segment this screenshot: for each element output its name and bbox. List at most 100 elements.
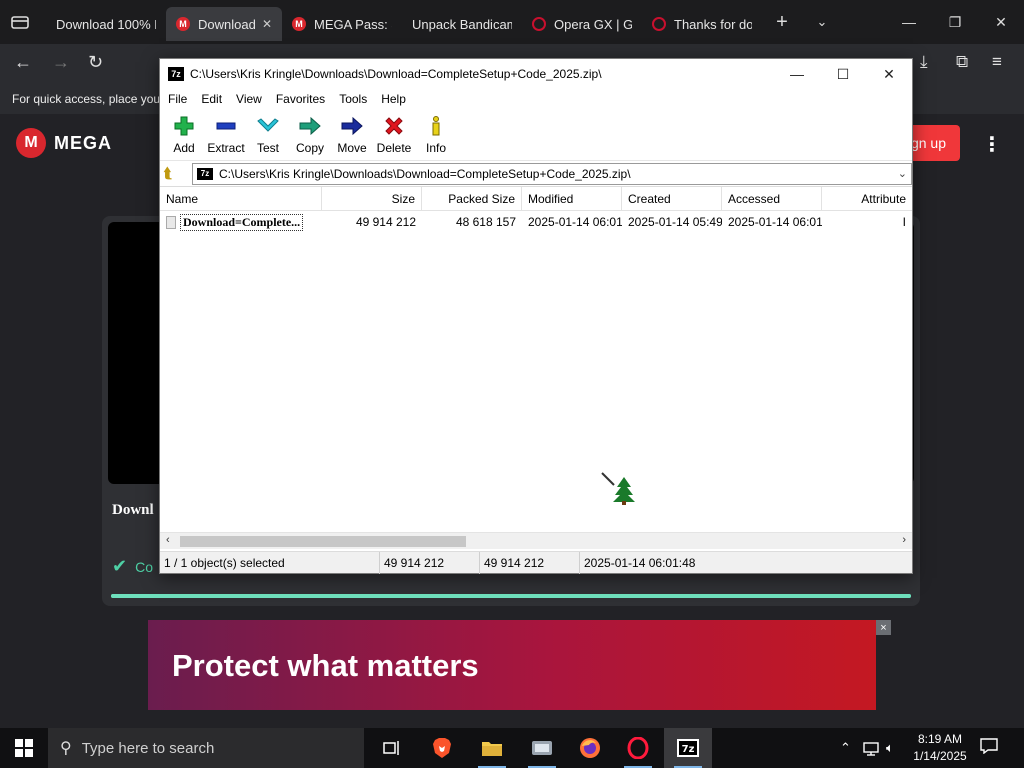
delete-button[interactable]: Delete xyxy=(373,109,415,160)
tab-list-chevron-icon[interactable]: ⌄ xyxy=(802,14,842,30)
chevron-down-icon[interactable]: ⌄ xyxy=(898,167,907,180)
window-title: C:\Users\Kris Kringle\Downloads\Download… xyxy=(190,67,602,81)
clock-time: 8:19 AM xyxy=(917,732,963,746)
new-tab-icon[interactable]: + xyxy=(762,11,802,34)
copy-button[interactable]: Copy xyxy=(289,109,331,160)
sevenzip-titlebar[interactable]: 7z C:\Users\Kris Kringle\Downloads\Downl… xyxy=(160,59,912,89)
tab-menu-icon[interactable] xyxy=(0,0,40,44)
reload-icon[interactable]: ↻ xyxy=(88,52,103,73)
forward-icon[interactable]: → xyxy=(52,52,70,73)
tab-opera-gx[interactable]: Opera GX | Ga xyxy=(522,7,642,41)
minimize-icon[interactable]: — xyxy=(886,0,932,44)
column-header-size[interactable]: Size xyxy=(322,187,422,211)
opera-favicon-icon xyxy=(532,17,546,31)
file-name-cell[interactable]: Download=Complete... xyxy=(160,211,322,233)
x-icon xyxy=(383,113,405,139)
info-button[interactable]: Info xyxy=(415,109,457,160)
menu-favorites[interactable]: Favorites xyxy=(276,92,325,106)
tab-download-100[interactable]: Download 100% F xyxy=(46,7,166,41)
mega-favicon-icon: M xyxy=(292,17,306,31)
copy-arrow-icon xyxy=(298,113,322,139)
close-icon[interactable]: ✕ xyxy=(866,59,912,89)
progress-fill xyxy=(111,594,911,598)
tab-download-active[interactable]: M Download ✕ xyxy=(166,7,282,41)
menu-icon[interactable]: ≡ xyxy=(992,52,1002,72)
scroll-left-icon[interactable]: ‹ xyxy=(166,534,170,546)
column-header-accessed[interactable]: Accessed xyxy=(722,187,822,211)
volume-icon[interactable]: 🔈︎ xyxy=(886,728,894,768)
file-name[interactable]: Download=Complete... xyxy=(180,213,304,231)
tab-close-icon[interactable]: ✕ xyxy=(262,17,272,31)
network-icon[interactable] xyxy=(862,728,880,768)
menu-help[interactable]: Help xyxy=(381,92,406,106)
bandicam-icon[interactable] xyxy=(518,728,566,768)
mega-logo-icon: M xyxy=(16,128,46,158)
status-text: Co xyxy=(135,558,153,575)
ad-banner[interactable]: Protect what matters xyxy=(148,620,876,710)
download-icon[interactable]: ⤓ xyxy=(920,52,928,72)
column-header-created[interactable]: Created xyxy=(622,187,722,211)
info-icon xyxy=(429,113,443,139)
brave-browser-icon[interactable] xyxy=(418,728,466,768)
notification-icon[interactable] xyxy=(980,738,998,758)
maximize-icon[interactable]: ☐ xyxy=(820,59,866,89)
move-button[interactable]: Move xyxy=(331,109,373,160)
mega-favicon-icon: M xyxy=(176,17,190,31)
svg-text:7z: 7z xyxy=(682,744,695,755)
check-icon xyxy=(256,113,280,139)
close-icon[interactable]: ✕ xyxy=(978,0,1024,44)
file-created: 2025-01-14 05:49 xyxy=(628,215,722,229)
firefox-icon[interactable] xyxy=(566,728,614,768)
plus-icon xyxy=(173,113,195,139)
ad-close-icon[interactable]: × xyxy=(876,620,891,635)
menu-bar: File Edit View Favorites Tools Help xyxy=(160,89,912,109)
mega-logo[interactable]: M MEGA xyxy=(16,128,112,158)
sevenzip-toolbar: Add Extract Test Copy Move Delete Info xyxy=(160,109,912,161)
table-row[interactable]: Download=Complete... 49 914 212 48 618 1… xyxy=(160,211,912,233)
taskbar-clock[interactable]: 8:19 AM 1/14/2025 xyxy=(905,731,975,765)
column-header-modified[interactable]: Modified xyxy=(522,187,622,211)
status-bar: 1 / 1 object(s) selected 49 914 212 49 9… xyxy=(160,551,912,574)
menu-edit[interactable]: Edit xyxy=(201,92,222,106)
tray-chevron-icon[interactable]: ⌃ xyxy=(840,728,851,768)
add-button[interactable]: Add xyxy=(163,109,205,160)
minimize-icon[interactable]: — xyxy=(774,59,820,89)
scrollbar-thumb[interactable] xyxy=(180,536,466,547)
back-icon[interactable]: ← xyxy=(14,52,32,73)
task-view-icon[interactable] xyxy=(368,728,416,768)
tab-thanks[interactable]: Thanks for do xyxy=(642,7,762,41)
scroll-right-icon[interactable]: › xyxy=(902,534,906,546)
extract-button[interactable]: Extract xyxy=(205,109,247,160)
opera-gx-icon[interactable] xyxy=(614,728,662,768)
menu-file[interactable]: File xyxy=(168,92,187,106)
more-options-icon[interactable]: ⋮ xyxy=(982,132,1002,157)
menu-tools[interactable]: Tools xyxy=(339,92,367,106)
download-progress-bar xyxy=(111,594,911,598)
column-header-name[interactable]: Name xyxy=(160,187,322,211)
horizontal-scrollbar[interactable]: ‹ › xyxy=(160,532,912,549)
tab-mega-pass[interactable]: M MEGA Pass: Se xyxy=(282,7,402,41)
test-button[interactable]: Test xyxy=(247,109,289,160)
address-field[interactable]: 7z C:\Users\Kris Kringle\Downloads\Downl… xyxy=(192,162,912,185)
test-label: Test xyxy=(256,141,279,155)
mega-logo-text: MEGA xyxy=(54,132,112,153)
tab-title: Thanks for do xyxy=(674,16,752,32)
column-header-attributes[interactable]: Attribute xyxy=(822,187,912,211)
tab-title: Opera GX | Ga xyxy=(554,16,632,32)
extensions-icon[interactable]: ⧉ xyxy=(956,52,968,72)
tab-unpack-bandicam[interactable]: Unpack Bandicam xyxy=(402,7,522,41)
status-size: 49 914 212 xyxy=(380,552,480,574)
windows-start-icon[interactable] xyxy=(0,728,48,768)
browser-tab-bar: Download 100% F M Download ✕ M MEGA Pass… xyxy=(0,0,1024,44)
sevenzip-window: 7z C:\Users\Kris Kringle\Downloads\Downl… xyxy=(159,58,913,574)
menu-view[interactable]: View xyxy=(236,92,262,106)
taskbar-search-input[interactable]: ⚲ Type here to search xyxy=(48,728,364,768)
tab-title: MEGA Pass: Se xyxy=(314,16,392,32)
folder-up-icon[interactable]: ⮬ xyxy=(164,165,184,182)
file-list: Name Size Packed Size Modified Created A… xyxy=(160,187,912,532)
sevenzip-taskbar-icon[interactable]: 7z xyxy=(664,728,712,768)
file-attributes: I xyxy=(902,215,906,229)
restore-icon[interactable]: ❐ xyxy=(932,0,978,44)
column-header-packed-size[interactable]: Packed Size xyxy=(422,187,522,211)
file-explorer-icon[interactable] xyxy=(468,728,516,768)
